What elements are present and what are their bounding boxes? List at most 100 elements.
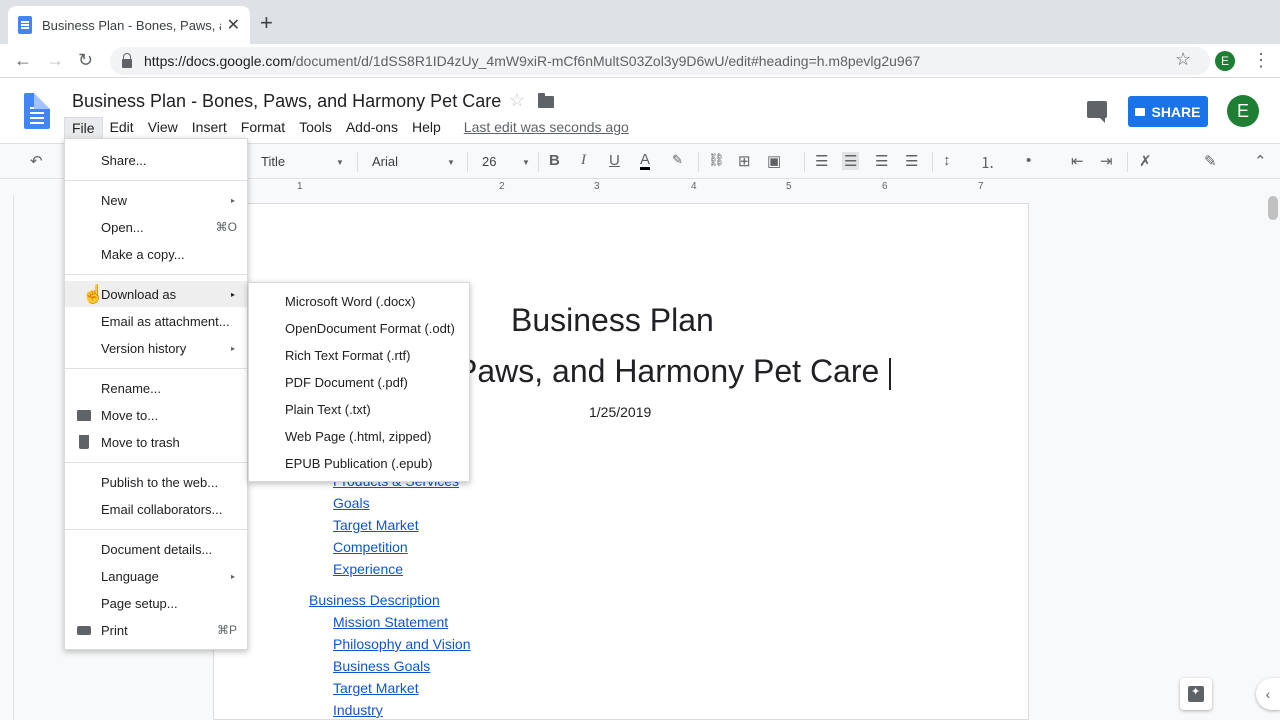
tab-close-icon[interactable]: ✕ <box>227 15 240 35</box>
menu-item-label: OpenDocument Format (.odt) <box>285 320 455 336</box>
underline-icon[interactable]: U <box>609 152 620 169</box>
menu-insert[interactable]: Insert <box>185 117 234 137</box>
align-right-icon[interactable]: ☰ <box>875 152 888 170</box>
align-left-icon[interactable]: ☰ <box>815 152 828 170</box>
explore-button[interactable] <box>1180 678 1212 710</box>
download-epub[interactable]: EPUB Publication (.epub) <box>249 450 469 476</box>
bulleted-list-icon[interactable]: • <box>1026 152 1031 169</box>
comments-icon[interactable] <box>1087 101 1107 123</box>
download-odt[interactable]: OpenDocument Format (.odt) <box>249 315 469 341</box>
toc-link[interactable]: Business Description <box>309 592 440 608</box>
menu-item-share[interactable]: Share... <box>65 147 247 173</box>
bold-icon[interactable]: B <box>549 152 560 169</box>
back-icon[interactable]: ← <box>14 50 32 71</box>
justify-icon[interactable]: ☰ <box>905 152 918 170</box>
forward-icon[interactable]: → <box>46 50 64 71</box>
editing-mode-icon[interactable]: ✎ <box>1204 152 1217 170</box>
chrome-menu-icon[interactable]: ⋮ <box>1252 50 1270 71</box>
link-icon[interactable]: ⛓ <box>708 152 725 168</box>
docs-logo-icon[interactable] <box>24 93 50 129</box>
add-comment-icon[interactable]: ⊞ <box>738 152 751 170</box>
address-bar[interactable]: https://docs.google.com/document/d/1dSS8… <box>110 47 1210 75</box>
menu-item-label: Make a copy... <box>101 246 185 262</box>
new-tab-button[interactable]: + <box>260 10 273 36</box>
menu-item-label: Microsoft Word (.docx) <box>285 293 416 309</box>
menu-format[interactable]: Format <box>234 117 292 137</box>
clear-formatting-icon[interactable]: ✗ <box>1139 152 1152 170</box>
document-title[interactable]: Business Plan - Bones, Paws, and Harmony… <box>72 91 501 112</box>
menu-item-print[interactable]: Print ⌘P <box>65 617 247 643</box>
download-as-submenu: Microsoft Word (.docx) OpenDocument Form… <box>248 282 470 482</box>
menu-item-page-setup[interactable]: Page setup... <box>65 590 247 616</box>
toc-link[interactable]: Goals <box>333 495 370 511</box>
menu-item-make-copy[interactable]: Make a copy... <box>65 241 247 267</box>
menu-help[interactable]: Help <box>405 117 448 137</box>
account-avatar[interactable]: E <box>1227 95 1259 127</box>
toc-link[interactable]: Experience <box>333 561 403 577</box>
menu-item-label: Version history <box>101 340 187 356</box>
download-docx[interactable]: Microsoft Word (.docx) <box>249 288 469 314</box>
menu-item-new[interactable]: New ▸ <box>65 187 247 213</box>
toc-link[interactable]: Business Goals <box>333 658 430 674</box>
menu-addons[interactable]: Add-ons <box>339 117 405 137</box>
last-edit-link[interactable]: Last edit was seconds ago <box>464 119 629 135</box>
menu-item-language[interactable]: Language ▸ <box>65 563 247 589</box>
download-rtf[interactable]: Rich Text Format (.rtf) <box>249 342 469 368</box>
line-spacing-icon[interactable]: ↕ <box>943 152 951 169</box>
increase-indent-icon[interactable]: ⇥ <box>1100 152 1113 170</box>
align-center-icon[interactable]: ☰ <box>842 152 860 170</box>
italic-icon[interactable]: I <box>581 152 586 169</box>
insert-image-icon[interactable]: ▣ <box>767 152 781 170</box>
toc-link[interactable]: Philosophy and Vision <box>333 636 471 652</box>
font-dropdown[interactable]: Arial <box>372 154 398 169</box>
toc-link[interactable]: Competition <box>333 539 408 555</box>
download-pdf[interactable]: PDF Document (.pdf) <box>249 369 469 395</box>
menu-tools[interactable]: Tools <box>292 117 339 137</box>
browser-tab[interactable]: Business Plan - Bones, Paws, and ✕ <box>8 6 250 44</box>
star-icon[interactable]: ☆ <box>509 90 525 111</box>
menu-edit[interactable]: Edit <box>103 117 141 137</box>
text-color-icon[interactable]: A <box>640 152 651 170</box>
toc-link[interactable]: Mission Statement <box>333 614 448 630</box>
shortcut: ⌘O <box>215 220 237 234</box>
menu-item-version-history[interactable]: Version history ▸ <box>65 335 247 361</box>
menu-item-document-details[interactable]: Document details... <box>65 536 247 562</box>
toc-link[interactable]: Target Market <box>333 680 419 696</box>
highlight-icon[interactable]: ✎ <box>672 152 683 168</box>
collapse-menus-icon[interactable]: ⌃ <box>1254 152 1267 170</box>
download-txt[interactable]: Plain Text (.txt) <box>249 396 469 422</box>
menu-view[interactable]: View <box>141 117 185 137</box>
chrome-profile-avatar[interactable]: E <box>1215 51 1235 71</box>
menu-file[interactable]: File <box>64 116 103 138</box>
menu-divider <box>65 462 247 463</box>
menu-item-label: Plain Text (.txt) <box>285 401 371 417</box>
menu-item-move-to-trash[interactable]: Move to trash <box>65 429 247 455</box>
font-size-dropdown[interactable]: 26 <box>482 154 496 169</box>
menu-item-rename[interactable]: Rename... <box>65 375 247 401</box>
folder-icon[interactable] <box>538 93 554 108</box>
menu-item-move-to[interactable]: Move to... <box>65 402 247 428</box>
toc-link[interactable]: Target Market <box>333 517 419 533</box>
numbered-list-icon[interactable]: ⒈ <box>980 152 995 173</box>
menu-item-label: Rename... <box>101 380 161 396</box>
toc-link[interactable]: Industry <box>333 702 383 718</box>
menu-item-email-collaborators[interactable]: Email collaborators... <box>65 496 247 522</box>
submenu-arrow-icon: ▸ <box>230 571 235 581</box>
side-panel-toggle[interactable]: ‹ <box>1256 678 1280 710</box>
share-button[interactable]: SHARE <box>1128 96 1208 127</box>
menu-item-email-attachment[interactable]: Email as attachment... <box>65 308 247 334</box>
download-html[interactable]: Web Page (.html, zipped) <box>249 423 469 449</box>
reload-icon[interactable]: ↻ <box>78 50 93 71</box>
menu-item-publish[interactable]: Publish to the web... <box>65 469 247 495</box>
ruler-number: 1 <box>297 181 303 192</box>
style-dropdown[interactable]: Title <box>261 154 285 169</box>
menu-item-open[interactable]: Open... ⌘O <box>65 214 247 240</box>
undo-icon[interactable]: ↶ <box>30 152 43 170</box>
decrease-indent-icon[interactable]: ⇤ <box>1071 152 1084 170</box>
bookmark-star-icon[interactable]: ☆ <box>1175 49 1191 70</box>
divider <box>357 152 358 172</box>
text-cursor <box>889 357 892 390</box>
docs-favicon-icon <box>18 16 32 34</box>
scrollbar-thumb[interactable] <box>1268 196 1278 220</box>
document-subheading: Paws, and Harmony Pet Care <box>456 353 892 390</box>
